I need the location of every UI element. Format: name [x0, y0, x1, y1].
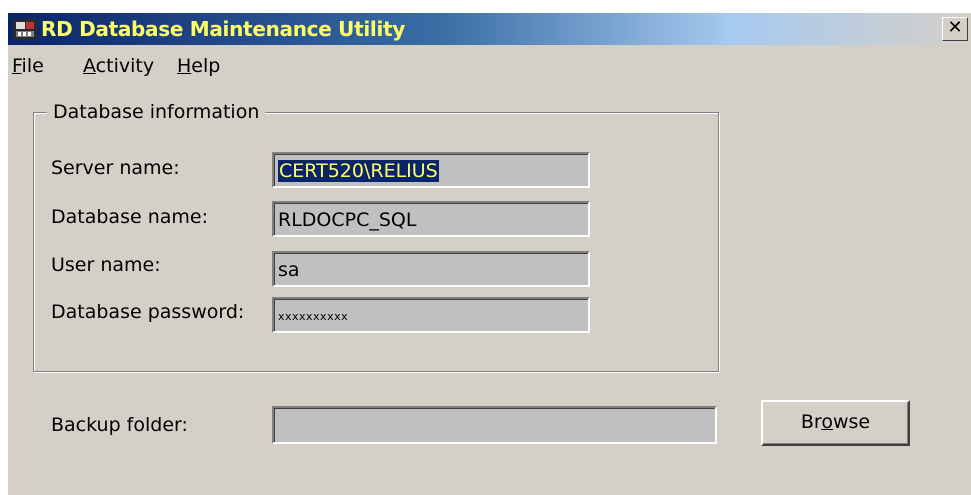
- user-name-label: User name:: [51, 254, 161, 276]
- browse-button[interactable]: Browse: [761, 400, 910, 446]
- browse-label-post: wse: [832, 411, 871, 433]
- database-password-label: Database password:: [51, 301, 245, 323]
- server-name-field[interactable]: CERT520\RELIUS: [272, 152, 590, 188]
- database-info-legend: Database information: [47, 101, 266, 123]
- user-name-field[interactable]: sa: [272, 251, 590, 287]
- database-utility-icon: [13, 19, 37, 40]
- user-name-value: sa: [278, 259, 300, 281]
- database-name-value: RLDOCPC_SQL: [278, 209, 417, 231]
- database-name-field[interactable]: RLDOCPC_SQL: [272, 201, 590, 237]
- browse-label-accel: o: [821, 411, 833, 433]
- database-info-group: [33, 112, 719, 372]
- backup-folder-label: Backup folder:: [51, 414, 188, 436]
- menu-bar: File Activity Help: [8, 55, 971, 81]
- database-name-label: Database name:: [51, 206, 208, 228]
- backup-folder-field[interactable]: [272, 406, 717, 444]
- title-bar[interactable]: RD Database Maintenance Utility ✕: [8, 13, 971, 45]
- menu-file-accel: F: [12, 55, 22, 77]
- menu-activity-label: ctivity: [95, 55, 155, 77]
- browse-label-pre: Br: [800, 411, 822, 433]
- window-title: RD Database Maintenance Utility: [41, 17, 406, 41]
- menu-file[interactable]: File: [12, 55, 44, 77]
- menu-help[interactable]: Help: [177, 55, 220, 77]
- close-icon[interactable]: ✕: [942, 17, 968, 41]
- database-password-field[interactable]: xxxxxxxxxx: [272, 297, 590, 333]
- menu-help-accel: H: [177, 55, 192, 77]
- server-name-value: CERT520\RELIUS: [278, 160, 439, 182]
- database-password-value: xxxxxxxxxx: [278, 310, 349, 323]
- menu-help-label: elp: [191, 55, 221, 77]
- menu-file-label: ile: [21, 55, 44, 77]
- menu-activity[interactable]: Activity: [83, 55, 154, 77]
- app-window: RD Database Maintenance Utility ✕ File A…: [8, 13, 971, 495]
- menu-activity-accel: A: [83, 55, 96, 77]
- server-name-label: Server name:: [51, 157, 180, 179]
